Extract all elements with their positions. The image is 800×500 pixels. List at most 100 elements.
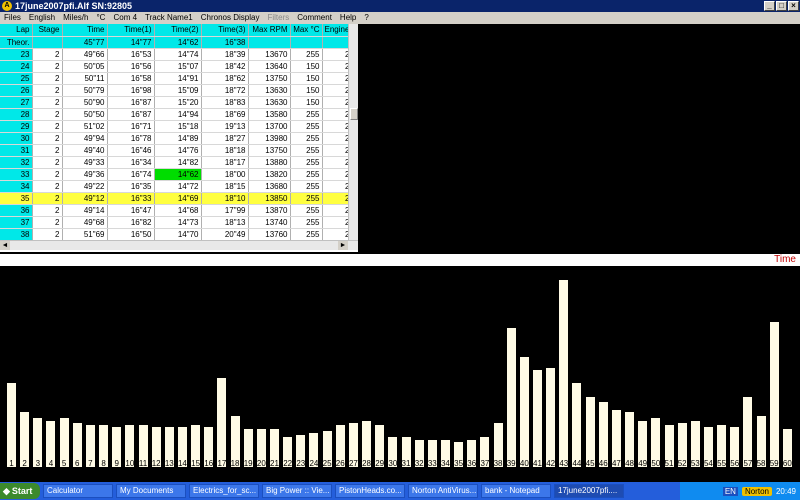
bar-label: 43 [559,459,569,468]
table-cell: 18"39 [201,48,249,61]
taskbar-button[interactable]: Big Power :: Vie... [262,484,332,498]
table-cell: 13880 [248,156,291,169]
maximize-button[interactable]: □ [776,1,787,11]
lap-cell: 27 [0,96,33,109]
table-cell: 18"00 [201,168,249,181]
table-cell: 49"68 [62,216,108,229]
horizontal-scrollbar[interactable]: ◄ ► [0,240,358,250]
table-cell: 2 [32,108,63,121]
menu-item-files[interactable]: Files [0,12,25,24]
table-cell: 13980 [248,132,291,145]
language-indicator[interactable]: EN [722,486,738,496]
bar-label: 6 [75,459,80,468]
table-row[interactable]: 30249"9416"7814"8918"27139802552 [0,132,353,145]
lap-cell: 30 [0,132,33,145]
scroll-thumb[interactable] [350,108,358,120]
column-header[interactable]: Stage [32,24,63,37]
table-row[interactable]: 25250"1116"5814"9118"62137501502 [0,72,353,85]
table-cell: 2 [32,204,63,217]
table-cell: 19"13 [201,120,249,133]
table-row[interactable]: 37249"6816"8214"7318"13137402552 [0,216,353,229]
table-cell: 2 [32,84,63,97]
table-row[interactable]: 26250"7916"9815"0918"72136301502 [0,84,353,97]
table-cell: 18"27 [201,132,249,145]
bar-lap-44[interactable] [571,381,583,468]
column-header[interactable]: Time(3) [201,24,249,37]
theoretical-row[interactable]: Theor. 45"77 14"77 14"62 16"38 [0,36,353,49]
table-cell: 14"74 [154,48,202,61]
start-button[interactable]: ◆ Start [0,483,40,499]
table-row[interactable]: 38251"6916"5014"7020"49137602552 [0,228,353,241]
column-header[interactable]: Lap [0,24,33,37]
bar-label: 56 [730,459,740,468]
table-row[interactable]: 31249"4016"4614"7618"18137502552 [0,144,353,157]
column-header[interactable]: Max RPM [248,24,291,37]
bar-label: 26 [335,459,345,468]
table-cell: 16"87 [107,108,155,121]
menu-item-comment[interactable]: Comment [293,12,336,24]
table-row[interactable]: 36249"1416"4714"6817"99138702552 [0,204,353,217]
table-row[interactable]: 27250"9016"8715"2018"83136301502 [0,96,353,109]
bar-lap-40[interactable] [518,356,530,468]
table-header-row: Lap Stage Time Time(1) Time(2) Time(3) Max RPM… [0,24,353,37]
taskbar-button[interactable]: Calculator [43,484,113,498]
vertical-scrollbar[interactable] [348,24,358,240]
column-header[interactable]: Time(1) [107,24,155,37]
column-header[interactable]: Max °C [290,24,323,37]
close-button[interactable]: × [788,1,799,11]
table-row[interactable]: 28250"5016"8714"9418"69135802552 [0,108,353,121]
taskbar-button[interactable]: Norton AntiVirus... [408,484,478,498]
minimize-button[interactable]: _ [764,1,775,11]
bar-label: 58 [756,459,766,468]
menu-item-com-4[interactable]: Com 4 [109,12,141,24]
taskbar-button[interactable]: bank - Notepad [481,484,551,498]
menu-item--[interactable]: ? [360,12,372,24]
bar-lap-59[interactable] [768,320,780,468]
bar-lap-1[interactable] [6,381,17,468]
taskbar-button[interactable]: My Documents [116,484,186,498]
norton-tray-icon[interactable]: Norton [741,486,772,496]
menu-item-miles-h[interactable]: Miles/h [59,12,92,24]
menu-item-help[interactable]: Help [336,12,360,24]
table-row[interactable]: 24250"0516"5615"0718"42136401502 [0,60,353,73]
table-row[interactable]: 29251"0216"7115"1819"13137002552 [0,120,353,133]
bar-lap-42[interactable] [545,366,557,468]
table-row[interactable]: 32249"3316"3414"8218"17138802552 [0,156,353,169]
menu-item--c[interactable]: °C [92,12,109,24]
bar-label: 20 [256,459,266,468]
taskbar-button[interactable]: PistonHeads.co... [335,484,405,498]
menu-item-english[interactable]: English [25,12,59,24]
column-header[interactable]: Time [62,24,108,37]
menu-item-chronos-display[interactable]: Chronos Display [197,12,264,24]
bar-label: 27 [348,459,358,468]
bar-lap-39[interactable] [505,326,517,468]
bar-label: 51 [664,459,674,468]
bar-lap-17[interactable] [216,377,228,468]
table-row[interactable]: 33249"3616"7414"6218"00138202552 [0,168,353,181]
table-row[interactable]: 23249"6616"5314"7418"39136702552 [0,48,353,61]
lap-cell: 31 [0,144,33,157]
bar-label: 23 [296,459,306,468]
column-header[interactable]: Time(2) [154,24,202,37]
table-row[interactable]: 34249"2216"3514"7218"15136802552 [0,180,353,193]
bar-lap-46[interactable] [597,400,609,468]
bar-lap-45[interactable] [584,396,596,468]
bar-lap-57[interactable] [742,396,754,468]
bar-lap-43[interactable] [558,278,570,468]
table-cell: 2 [32,132,63,145]
scroll-left-arrow-icon[interactable]: ◄ [0,241,10,250]
table-cell: 13680 [248,180,291,193]
table-row[interactable]: 35249"1216"3314"6918"10138502552 [0,192,353,205]
table-cell: 2 [32,144,63,157]
menu-item-track-name1[interactable]: Track Name1 [141,12,197,24]
taskbar-button[interactable]: 17june2007pfi.... [554,484,624,498]
time-bar-chart: 1 2 3 4 5 6 7 8 9 10 11 12 13 14 15 16 17 18 19 20 21 22 23 24 2… [0,268,800,468]
bar-label: 59 [769,459,779,468]
table-cell: 18"42 [201,60,249,73]
taskbar-button[interactable]: Electrics_for_sc... [189,484,259,498]
scroll-right-arrow-icon[interactable]: ► [338,241,348,250]
lap-cell: 25 [0,72,33,85]
table-cell: 150 [290,96,323,109]
table-cell: 14"94 [154,108,202,121]
bar-lap-41[interactable] [532,369,543,468]
